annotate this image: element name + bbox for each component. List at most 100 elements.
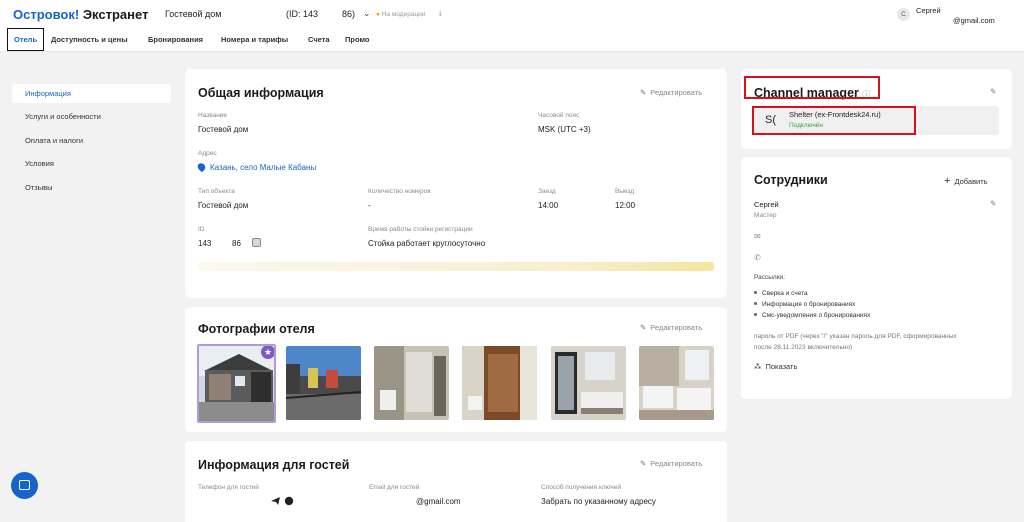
keys-method-label: Способ получения ключей	[541, 484, 621, 491]
whatsapp-icon	[284, 496, 294, 506]
checkin-label: Заезд	[538, 188, 556, 195]
hotel-switcher-chevron-down-icon[interactable]: ⌄	[363, 8, 371, 19]
add-label: Добавить	[954, 177, 988, 186]
map-pin-icon	[196, 161, 207, 173]
hotel-photo-1[interactable]: ★	[197, 344, 276, 423]
tab-rooms[interactable]: Номера и тарифы	[221, 35, 288, 44]
tab-invoices[interactable]: Счета	[308, 35, 330, 44]
highlight-box-title	[744, 76, 880, 99]
property-type-label: Тип объекта	[198, 188, 235, 195]
guest-info-edit-button[interactable]: ✎ Редактировать	[640, 459, 702, 468]
copy-icon[interactable]	[252, 238, 261, 247]
staff-person-name: Сергей	[754, 200, 779, 209]
sidebar-item-info[interactable]: Информация	[12, 84, 171, 103]
show-label: Показать	[765, 362, 798, 371]
hotel-photo-5[interactable]	[551, 346, 626, 420]
pencil-icon: ✎	[640, 459, 647, 468]
photos-title: Фотографии отеля	[198, 322, 315, 336]
top-bar: Островок! Экстранет Гостевой дом (ID: 14…	[0, 0, 1024, 52]
hotel-id: (ID: 143	[286, 9, 319, 19]
pdf-password-note-line2: после 28.11.2023 включительно)	[754, 344, 853, 351]
photo-bathroom	[374, 346, 449, 420]
front-desk-label: Время работы стойки регистрации	[368, 226, 473, 233]
edit-label: Редактировать	[650, 323, 703, 332]
general-info-edit-button[interactable]: ✎ Редактировать	[640, 88, 702, 97]
checkin-value: 14:00	[538, 201, 559, 210]
hotel-id-tail: 86)	[342, 9, 356, 19]
name-value: Гостевой дом	[198, 125, 249, 134]
hotel-photo-6[interactable]	[639, 346, 714, 420]
pencil-icon: ✎	[640, 88, 647, 97]
status-dot-icon: ●	[376, 11, 380, 18]
hotel-photo-4[interactable]	[462, 346, 537, 420]
logo-brand: Островок!	[13, 7, 80, 22]
avatar[interactable]: С	[897, 8, 910, 21]
checkout-label: Выезд	[615, 188, 635, 195]
pencil-icon: ✎	[640, 323, 647, 332]
checkout-value: 12:00	[615, 201, 636, 210]
rooms-count-value: -	[368, 201, 371, 210]
mailing-item: Смс-уведомления о бронированиях	[754, 312, 870, 319]
edit-label: Редактировать	[650, 88, 703, 97]
add-staff-button[interactable]: + Добавить	[944, 175, 988, 187]
sidebar-item-services[interactable]: Услуги и особенности	[12, 107, 171, 126]
hotel-name: Гостевой дом	[165, 9, 222, 19]
guest-info-card: Информация для гостей ✎ Редактировать Тел…	[185, 441, 727, 522]
tab-hotel[interactable]: Отель	[7, 28, 45, 51]
logo-product: Экстранет	[82, 7, 149, 22]
keys-method-value: Забрать по указанному адресу	[541, 497, 656, 506]
app-logo[interactable]: Островок! Экстранет	[13, 7, 148, 22]
eye-icon: ⁂	[754, 362, 762, 371]
support-chat-button[interactable]	[11, 472, 38, 499]
pencil-icon: ✎	[990, 87, 997, 96]
show-password-button[interactable]: ⁂ Показать	[754, 362, 797, 371]
phone-icon: ✆	[754, 253, 761, 262]
plus-icon: +	[944, 175, 951, 187]
general-info-title: Общая информация	[198, 86, 324, 100]
sidebar-item-conditions[interactable]: Условия	[12, 154, 171, 173]
tab-promo[interactable]: Промо	[345, 35, 370, 44]
address-label: Адрес	[198, 150, 217, 157]
guest-email-value: @gmail.com	[416, 497, 461, 506]
channel-manager-edit-button[interactable]: ✎	[990, 87, 1000, 96]
tab-availability[interactable]: Доступность и цены	[51, 35, 128, 44]
general-info-card: Общая информация ✎ Редактировать Название…	[185, 69, 727, 298]
info-icon[interactable]: ℹ	[439, 10, 441, 18]
id-value: 143	[198, 239, 212, 248]
telegram-icon	[271, 497, 280, 505]
id-label: ID	[198, 226, 205, 233]
hotel-photo-2[interactable]	[286, 346, 361, 420]
staff-card: Сотрудники + Добавить Сергей Мастер ✎ ✉ ✆…	[741, 157, 1012, 399]
address-link[interactable]: Казань, село Малые Кабаны	[196, 161, 317, 173]
rooms-count-label: Количество номеров	[368, 188, 431, 195]
user-name[interactable]: Сергей	[916, 6, 941, 15]
sidebar-item-reviews[interactable]: Отзывы	[12, 178, 171, 197]
front-desk-value: Стойка работает круглосуточно	[368, 239, 486, 248]
hotel-photo-3[interactable]	[374, 346, 449, 420]
photo-courtyard	[286, 346, 361, 420]
chat-icon	[19, 480, 30, 490]
photo-room-mirror	[551, 346, 626, 420]
photo-bathroom-2	[462, 346, 537, 420]
guest-info-title: Информация для гостей	[198, 458, 350, 472]
moderation-badge: ● На модерации	[376, 11, 425, 18]
mailing-item: Сверка и счета	[754, 290, 808, 297]
photo-bedroom	[639, 346, 714, 420]
timezone-value: MSK (UTC +3)	[538, 125, 591, 134]
id-value-tail: 86	[232, 239, 241, 248]
moderation-text: На модерации	[381, 11, 426, 18]
staff-title: Сотрудники	[754, 173, 828, 187]
pdf-password-note-line1: пароль от PDF (через "/" указан пароль д…	[754, 333, 957, 340]
mail-icon: ✉	[754, 232, 761, 241]
mailing-item: Информация о бронированиях	[754, 301, 855, 308]
staff-edit-button[interactable]: ✎	[990, 199, 1000, 208]
telegram-whatsapp-icons	[271, 496, 294, 506]
photos-edit-button[interactable]: ✎ Редактировать	[640, 323, 702, 332]
staff-person-role: Мастер	[754, 212, 777, 219]
timezone-label: Часовой пояс	[538, 112, 580, 119]
address-text: Казань, село Малые Кабаны	[210, 163, 317, 172]
user-email: @gmail.com	[953, 16, 995, 25]
tab-bookings[interactable]: Бронирования	[148, 35, 203, 44]
sidebar-item-payment[interactable]: Оплата и налоги	[12, 131, 171, 150]
highlight-box-row	[752, 106, 916, 135]
